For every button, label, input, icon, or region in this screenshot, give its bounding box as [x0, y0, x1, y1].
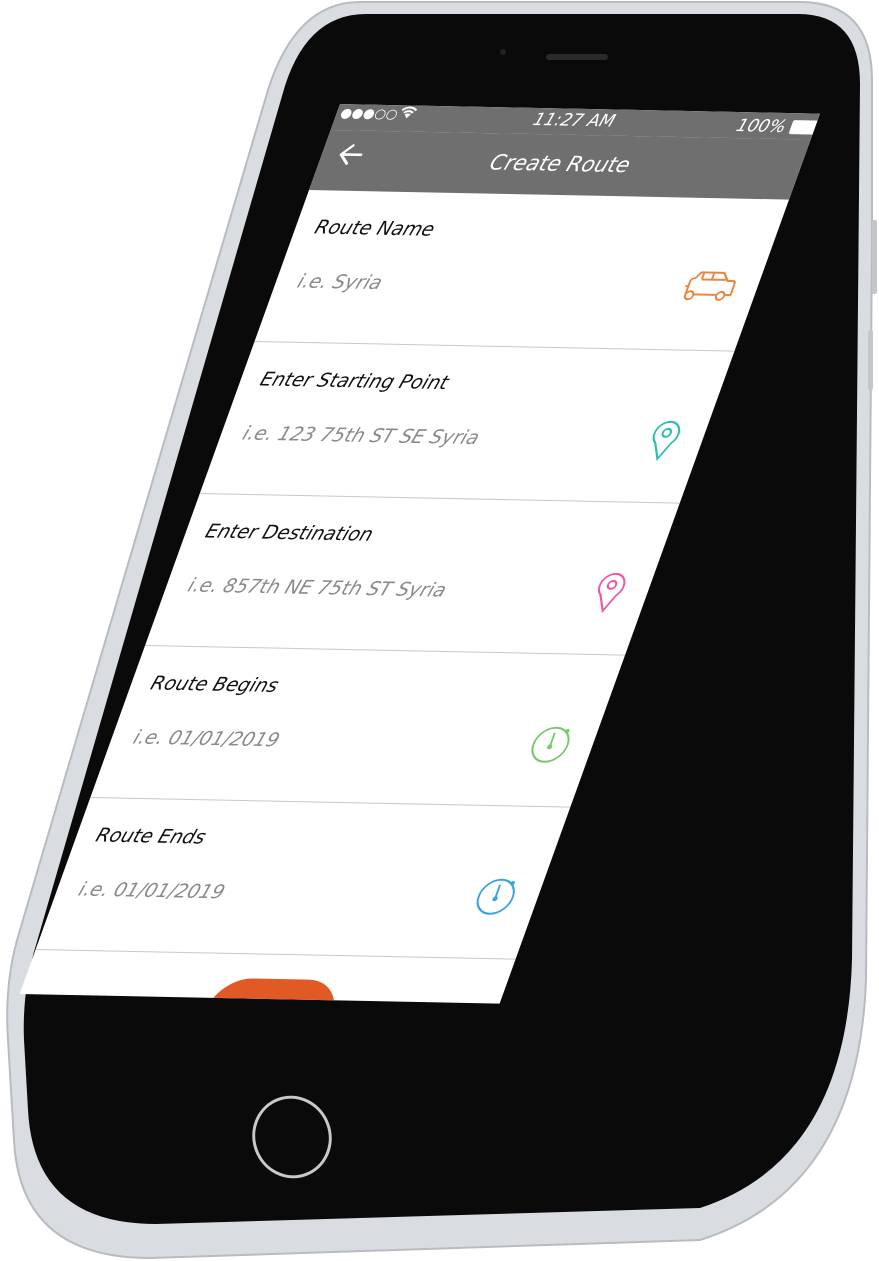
route-begins-field: Route Begins — [90, 646, 625, 808]
field-label: Route Begins — [147, 672, 282, 697]
signal-strength-icon: ●●●○○ — [337, 106, 400, 123]
app-header: Create Route — [309, 130, 811, 200]
battery-percent: 100% — [733, 116, 790, 138]
phone-device: ●●●○○ 11:27 AM 100% Create Route Route N… — [0, 0, 879, 1261]
page-title: Create Route — [486, 150, 634, 178]
route-ends-input[interactable] — [69, 868, 469, 919]
route-ends-field: Route Ends — [35, 798, 571, 960]
destination-input[interactable] — [179, 564, 579, 615]
field-label: Enter Destination — [202, 520, 377, 546]
field-label: Enter Starting Point — [257, 368, 452, 395]
route-name-field: Route Name — [254, 190, 790, 352]
starting-point-input[interactable] — [234, 412, 634, 463]
field-label: Route Ends — [92, 824, 209, 849]
route-begins-input[interactable] — [124, 716, 524, 767]
starting-point-field: Enter Starting Point — [199, 342, 735, 504]
route-name-input[interactable] — [288, 260, 688, 311]
destination-field: Enter Destination — [144, 494, 680, 656]
field-label: Route Name — [311, 216, 438, 241]
clock-time: 11:27 AM — [530, 109, 618, 132]
